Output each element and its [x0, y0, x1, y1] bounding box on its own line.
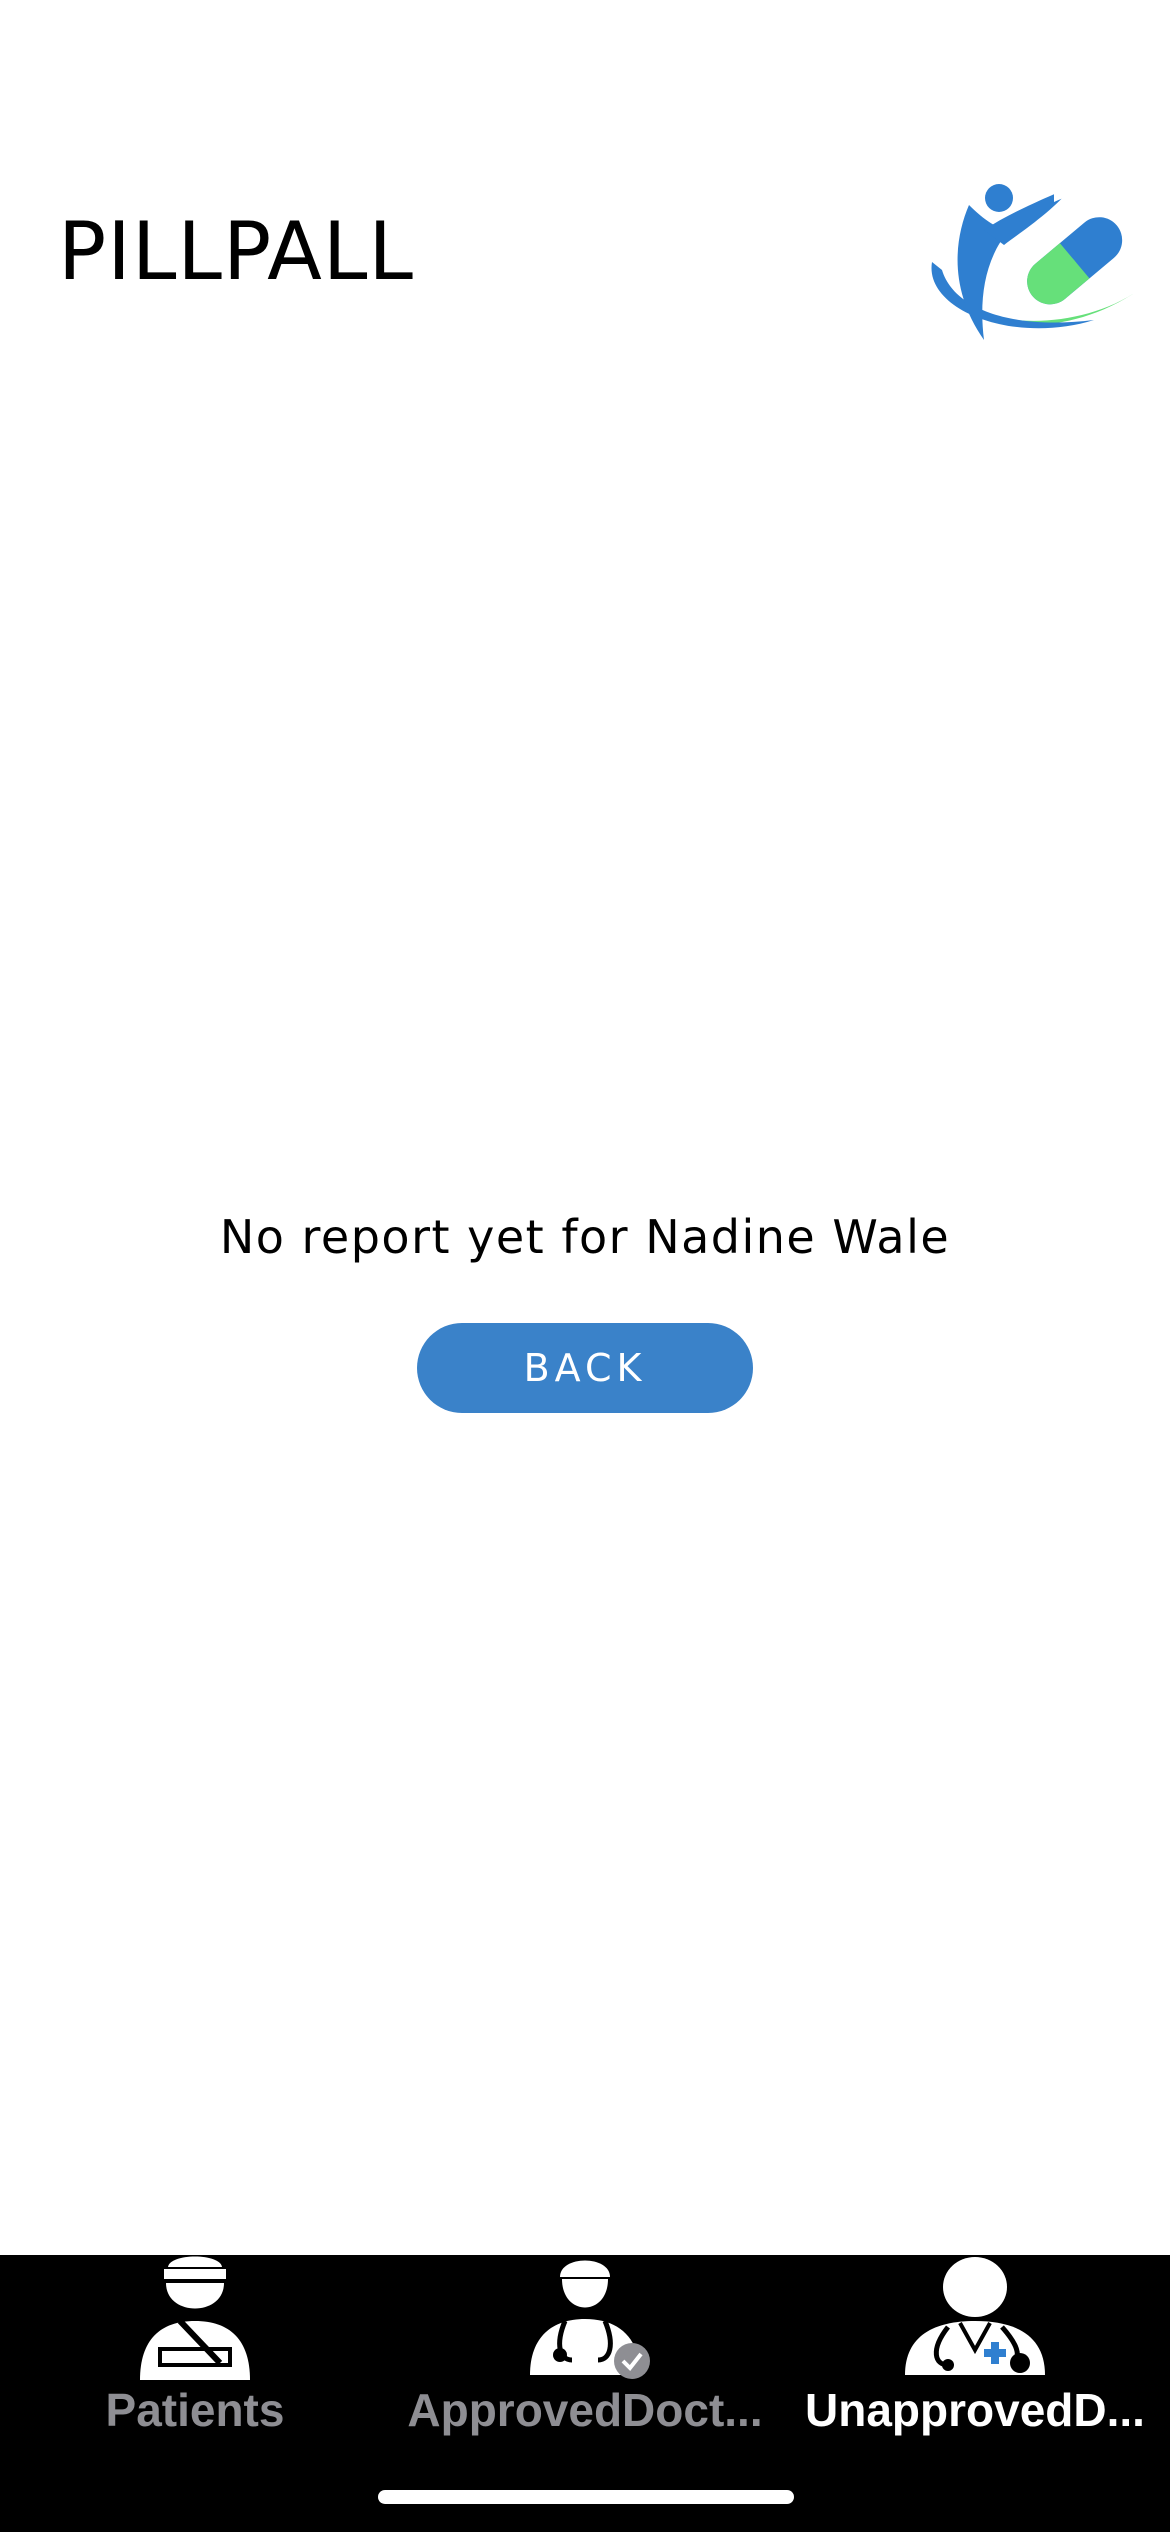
tab-label: Patients	[105, 2384, 285, 2436]
tab-patients[interactable]: Patients	[0, 2255, 390, 2455]
report-content: No report yet for Nadine Wale BACK	[0, 1210, 1170, 1414]
report-screen: PILLPALL No report yet for Nadine Wale B…	[0, 0, 1170, 2532]
tab-approved-doctors[interactable]: ApprovedDoct...	[390, 2255, 780, 2455]
tab-unapproved-doctors[interactable]: UnapprovedD...	[780, 2255, 1170, 2455]
app-title: PILLPALL	[58, 205, 414, 298]
tab-label: UnapprovedD...	[805, 2384, 1145, 2436]
patient-icon	[140, 2256, 250, 2380]
tab-label: ApprovedDoct...	[407, 2384, 763, 2436]
unapproved-doctor-icon	[905, 2257, 1045, 2375]
header: PILLPALL	[0, 0, 1170, 380]
home-indicator[interactable]	[378, 2490, 794, 2504]
pillpall-logo-icon	[931, 183, 1139, 340]
approved-doctor-icon	[530, 2260, 650, 2379]
back-button[interactable]: BACK	[417, 1323, 753, 1414]
no-report-message: No report yet for Nadine Wale	[219, 1210, 951, 1264]
